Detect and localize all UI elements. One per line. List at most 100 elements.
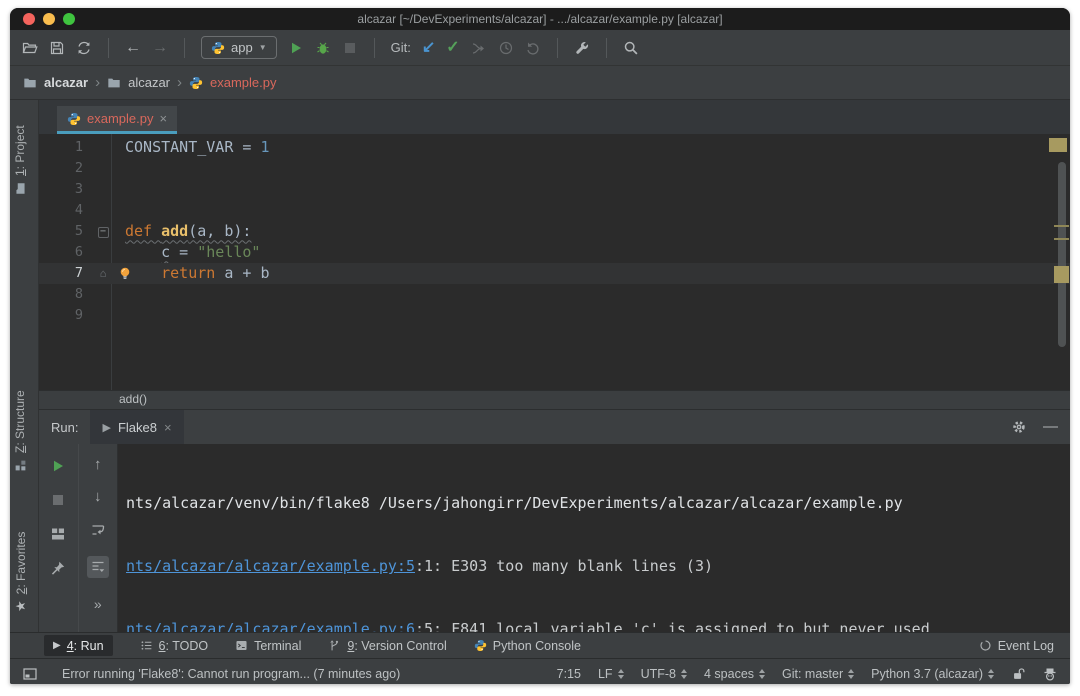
sidebar-item-structure[interactable]: Z: Structure bbox=[13, 390, 27, 472]
status-message[interactable]: Error running 'Flake8': Cannot run progr… bbox=[62, 667, 400, 681]
code-line[interactable]: 8 bbox=[39, 284, 1070, 305]
toolwindow-todo[interactable]: 6: TODO bbox=[140, 635, 209, 656]
back-icon[interactable]: ← bbox=[125, 40, 141, 56]
fold-collapse-icon[interactable]: − bbox=[98, 227, 109, 238]
pin-tab-icon[interactable] bbox=[50, 560, 66, 576]
scroll-to-end-toggle[interactable] bbox=[87, 556, 109, 578]
lightbulb-intention-icon[interactable] bbox=[117, 266, 133, 282]
stop-button[interactable] bbox=[342, 40, 358, 56]
main-toolbar: ← → app ▼ Git: ↙ ✓ bbox=[10, 30, 1070, 66]
breadcrumb-package[interactable]: alcazar bbox=[128, 75, 170, 90]
gear-icon[interactable] bbox=[1011, 419, 1027, 435]
rollback-icon[interactable] bbox=[525, 40, 541, 56]
save-all-icon[interactable] bbox=[49, 40, 65, 56]
minimize-window-button[interactable] bbox=[43, 13, 55, 25]
stop-process-button[interactable] bbox=[50, 492, 66, 508]
warning-stripe-mark[interactable] bbox=[1054, 266, 1069, 283]
next-message-icon[interactable]: ↓ bbox=[94, 490, 102, 504]
line-number[interactable]: 7 bbox=[39, 263, 89, 284]
cherry-pick-icon[interactable] bbox=[471, 40, 487, 56]
line-number[interactable]: 8 bbox=[39, 284, 89, 305]
zoom-window-button[interactable] bbox=[63, 13, 75, 25]
code-line[interactable]: 1 CONSTANT_VAR = 1 bbox=[39, 137, 1070, 158]
line-number[interactable]: 1 bbox=[39, 137, 89, 158]
inspector-hector-icon[interactable] bbox=[1042, 666, 1058, 682]
encoding-select[interactable]: UTF-8 bbox=[641, 667, 687, 681]
python-file-icon bbox=[67, 112, 81, 126]
toggle-tool-windows-icon[interactable] bbox=[22, 666, 38, 682]
debug-button[interactable] bbox=[315, 40, 331, 56]
search-everywhere-icon[interactable] bbox=[623, 40, 639, 56]
soft-wrap-icon[interactable] bbox=[90, 522, 106, 538]
restore-layout-icon[interactable] bbox=[50, 526, 66, 542]
editor-scrollbar[interactable] bbox=[1058, 162, 1066, 347]
toolwindow-terminal[interactable]: Terminal bbox=[235, 635, 301, 656]
lock-open-icon[interactable] bbox=[1011, 667, 1025, 681]
close-icon[interactable]: × bbox=[159, 111, 167, 126]
code-line-current[interactable]: 7⌂ return a + b bbox=[39, 263, 1070, 284]
warning-stripe-mark[interactable] bbox=[1054, 225, 1069, 227]
warning-stripe-mark[interactable] bbox=[1054, 238, 1069, 240]
tab-example-py[interactable]: example.py × bbox=[57, 106, 177, 134]
toolwindow-run[interactable]: ▶ 4: Run bbox=[44, 635, 113, 656]
code-line[interactable]: 2 bbox=[39, 158, 1070, 179]
code-line[interactable]: 9 bbox=[39, 305, 1070, 326]
breadcrumb-project[interactable]: alcazar bbox=[44, 75, 88, 90]
rerun-button[interactable] bbox=[50, 458, 66, 474]
code-line[interactable]: 3 bbox=[39, 179, 1070, 200]
code-editor[interactable]: 1 CONSTANT_VAR = 1 2 3 4 5−def add(a, b):… bbox=[39, 134, 1070, 390]
code-text: CONSTANT_VAR = 1 bbox=[117, 137, 270, 158]
line-number[interactable]: 6 bbox=[39, 242, 89, 263]
structure-icon bbox=[14, 459, 27, 472]
fold-end-icon[interactable]: ⌂ bbox=[89, 263, 117, 284]
console-line: nts/alcazar/alcazar/example.py:6:5: F841… bbox=[126, 619, 1070, 632]
sync-icon[interactable] bbox=[76, 40, 92, 56]
more-actions-icon[interactable]: » bbox=[94, 596, 102, 612]
console-output[interactable]: nts/alcazar/venv/bin/flake8 /Users/jahon… bbox=[118, 444, 1070, 632]
file-link[interactable]: nts/alcazar/alcazar/example.py:5 bbox=[126, 557, 415, 575]
status-bar: Error running 'Flake8': Cannot run progr… bbox=[10, 658, 1070, 684]
tab-label: example.py bbox=[87, 111, 153, 126]
run-configuration-select[interactable]: app ▼ bbox=[201, 36, 277, 59]
caret-position[interactable]: 7:15 bbox=[557, 667, 581, 681]
code-line[interactable]: 5−def add(a, b): bbox=[39, 221, 1070, 242]
wrench-icon[interactable] bbox=[574, 40, 590, 56]
line-number[interactable]: 4 bbox=[39, 200, 89, 221]
project-folder-icon bbox=[14, 182, 27, 195]
prev-message-icon[interactable]: ↑ bbox=[94, 458, 102, 472]
run-button[interactable] bbox=[288, 40, 304, 56]
commit-icon[interactable]: ✓ bbox=[446, 40, 459, 56]
history-icon[interactable] bbox=[498, 40, 514, 56]
sidebar-item-project[interactable]: 1: Project bbox=[13, 125, 27, 195]
pycharm-window: alcazar [~/DevExperiments/alcazar] - ...… bbox=[10, 8, 1070, 684]
console-line: nts/alcazar/alcazar/example.py:5:1: E303… bbox=[126, 556, 1070, 577]
indent-select[interactable]: 4 spaces bbox=[704, 667, 765, 681]
toolwindow-event-log[interactable]: Event Log bbox=[979, 635, 1054, 656]
toolwindow-python-console[interactable]: Python Console bbox=[474, 635, 581, 656]
toolbar-divider bbox=[108, 38, 109, 58]
close-icon[interactable]: × bbox=[164, 420, 172, 435]
code-line[interactable]: 6 c = "hello" bbox=[39, 242, 1070, 263]
file-link[interactable]: nts/alcazar/alcazar/example.py:6 bbox=[126, 620, 415, 632]
inspection-status-indicator[interactable] bbox=[1049, 138, 1067, 152]
line-ending-select[interactable]: LF bbox=[598, 667, 624, 681]
play-icon: ▶ bbox=[102, 421, 110, 434]
hide-panel-icon[interactable]: — bbox=[1043, 422, 1058, 432]
line-number[interactable]: 9 bbox=[39, 305, 89, 326]
update-project-icon[interactable]: ↙ bbox=[422, 40, 435, 56]
run-tab-flake8[interactable]: ▶ Flake8 × bbox=[90, 410, 183, 444]
line-number[interactable]: 5 bbox=[39, 221, 89, 242]
folder-icon bbox=[107, 76, 121, 90]
interpreter-select[interactable]: Python 3.7 (alcazar) bbox=[871, 667, 994, 681]
editor-context-breadcrumb[interactable]: add() bbox=[39, 390, 1070, 410]
toolwindow-version-control[interactable]: 9: Version Control bbox=[328, 635, 446, 656]
code-line[interactable]: 4 bbox=[39, 200, 1070, 221]
breadcrumb-file[interactable]: example.py bbox=[210, 75, 276, 90]
open-folder-icon[interactable] bbox=[22, 40, 38, 56]
git-branch-select[interactable]: Git: master bbox=[782, 667, 854, 681]
line-number[interactable]: 3 bbox=[39, 179, 89, 200]
close-window-button[interactable] bbox=[23, 13, 35, 25]
forward-icon[interactable]: → bbox=[152, 40, 168, 56]
sidebar-item-favorites[interactable]: ★ 2: Favorites bbox=[13, 532, 29, 612]
line-number[interactable]: 2 bbox=[39, 158, 89, 179]
